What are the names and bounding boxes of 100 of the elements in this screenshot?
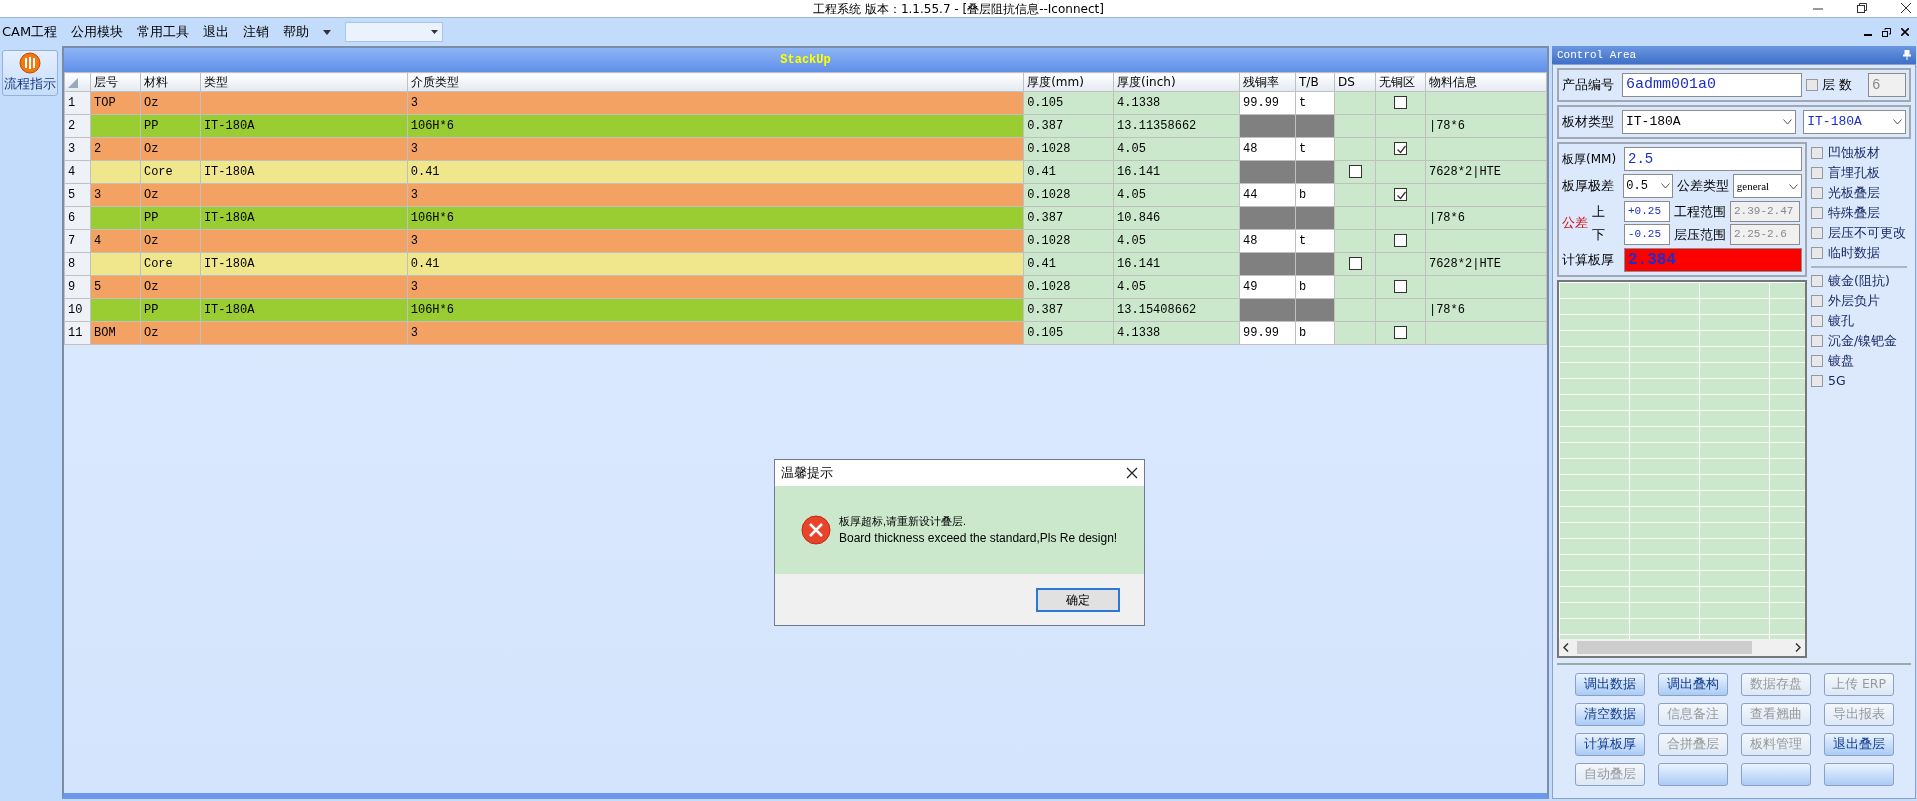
restore-icon[interactable]	[1857, 3, 1867, 13]
close-icon[interactable]	[1126, 467, 1138, 479]
checkbox[interactable]	[1811, 207, 1823, 219]
column-header[interactable]: 物料信息	[1425, 72, 1547, 92]
action-button[interactable]	[1658, 763, 1728, 786]
table-cell: 13.15408662	[1113, 298, 1240, 322]
table-cell: |78*6	[1425, 114, 1547, 138]
scrollbar[interactable]	[1559, 639, 1805, 656]
panel-title: Control Area	[1557, 47, 1637, 63]
chevron-down-icon[interactable]	[1660, 182, 1670, 189]
checkbox[interactable]	[1811, 375, 1823, 387]
checkbox[interactable]	[1811, 247, 1823, 259]
checkbox[interactable]	[1393, 326, 1407, 340]
menu-item[interactable]: 注销	[243, 22, 270, 42]
menu-item[interactable]: 帮助	[283, 22, 310, 42]
checkbox-label[interactable]: 光板叠层	[1828, 183, 1880, 203]
scroll-right-icon[interactable]	[1795, 643, 1801, 652]
checkbox[interactable]	[1811, 167, 1823, 179]
checkbox[interactable]	[1811, 315, 1823, 327]
dropdown[interactable]: IT-180A	[1803, 110, 1906, 134]
checkbox[interactable]	[1393, 234, 1407, 248]
text-field[interactable]: 2.5	[1624, 147, 1802, 171]
column-header[interactable]: 残铜率	[1239, 72, 1296, 92]
column-header[interactable]: 厚度(mm)	[1023, 72, 1114, 92]
checkbox[interactable]	[1393, 142, 1407, 156]
menu-item[interactable]: CAM工程	[2, 22, 58, 42]
row-number: 5	[64, 183, 91, 207]
checkbox-label[interactable]: 沉金/镍钯金	[1828, 331, 1898, 351]
chevron-down-icon[interactable]	[1783, 118, 1793, 125]
scrollbar-thumb[interactable]	[1577, 641, 1752, 654]
checkbox-label[interactable]: 临时数据	[1828, 243, 1880, 263]
column-header[interactable]: 无铜区	[1375, 72, 1426, 92]
checkbox[interactable]	[1348, 165, 1362, 179]
table-cell: 4.05	[1113, 137, 1240, 161]
column-header[interactable]: 类型	[200, 72, 408, 92]
pin-icon[interactable]	[1903, 50, 1911, 60]
action-button[interactable]: 退出叠层	[1824, 733, 1894, 756]
close-icon[interactable]	[1901, 27, 1909, 36]
row-number: 11	[64, 321, 91, 345]
table-cell: 16.141	[1113, 252, 1240, 276]
column-header[interactable]: T/B	[1295, 72, 1335, 92]
column-header[interactable]: 材料	[140, 72, 201, 92]
column-header[interactable]: 厚度(inch)	[1113, 72, 1240, 92]
dropdown[interactable]: IT-180A	[1622, 110, 1797, 134]
field-label: 产品编号	[1562, 76, 1614, 95]
checkbox-label[interactable]: 外层负片	[1828, 291, 1880, 311]
scroll-left-icon[interactable]	[1563, 643, 1569, 652]
table-cell: |78*6	[1425, 298, 1547, 322]
checkbox-label[interactable]: 盲埋孔板	[1828, 163, 1880, 183]
checkbox[interactable]	[1811, 275, 1823, 287]
select-all-icon[interactable]	[68, 77, 78, 88]
flow-guide-button[interactable]: 流程指示	[2, 50, 58, 96]
action-button[interactable]: 调出数据	[1575, 673, 1645, 696]
checkbox[interactable]	[1811, 335, 1823, 347]
checkbox[interactable]	[1348, 257, 1362, 271]
table-cell: 3	[407, 321, 1024, 345]
ok-button[interactable]: 确定	[1036, 587, 1120, 612]
checkbox-label[interactable]: 镀孔	[1828, 311, 1854, 331]
checkbox[interactable]	[1393, 96, 1407, 110]
checkbox[interactable]	[1811, 227, 1823, 239]
chevron-down-icon[interactable]	[1789, 184, 1798, 191]
checkbox[interactable]	[1811, 147, 1823, 159]
dropdown-caret-icon[interactable]	[323, 29, 332, 35]
checkbox-label[interactable]: 镀盘	[1828, 351, 1854, 371]
text-field[interactable]: -0.25	[1624, 224, 1670, 245]
action-button[interactable]: 清空数据	[1575, 703, 1645, 726]
action-button[interactable]	[1824, 763, 1894, 786]
text-field[interactable]: +0.25	[1624, 201, 1670, 222]
flow-icon	[19, 52, 41, 75]
action-button[interactable]	[1741, 763, 1811, 786]
menu-item[interactable]: 退出	[203, 22, 230, 42]
checkbox-label[interactable]: 层压不可更改	[1828, 223, 1906, 243]
checkbox-label[interactable]: 镀金(阻抗)	[1828, 271, 1890, 291]
chevron-down-icon[interactable]	[1893, 118, 1902, 125]
dropdown[interactable]: 0.5	[1623, 174, 1673, 198]
close-icon[interactable]	[1901, 3, 1911, 13]
table-corner[interactable]	[64, 72, 91, 92]
checkbox[interactable]	[1393, 280, 1407, 294]
checkbox-label[interactable]: 5G	[1828, 371, 1846, 391]
checkbox-label[interactable]: 特殊叠层	[1828, 203, 1880, 223]
table-cell: 106H*6	[407, 114, 1024, 138]
column-header[interactable]: DS	[1334, 72, 1376, 92]
checkbox[interactable]	[1811, 295, 1823, 307]
checkbox[interactable]	[1393, 188, 1407, 202]
menu-item[interactable]: 常用工具	[137, 22, 190, 42]
column-header[interactable]: 介质类型	[407, 72, 1024, 92]
menu-item[interactable]: 公用模块	[71, 22, 124, 42]
column-header[interactable]: 层号	[90, 72, 141, 92]
action-button[interactable]: 计算板厚	[1575, 733, 1645, 756]
checkbox[interactable]	[1811, 187, 1823, 199]
restore-icon[interactable]	[1882, 27, 1891, 37]
table-cell: |78*6	[1425, 206, 1547, 230]
checkbox[interactable]	[1806, 79, 1818, 91]
field-label: 层 数	[1822, 76, 1853, 95]
checkbox-label[interactable]: 凹蚀板材	[1828, 143, 1880, 163]
text-field[interactable]: 6admm001a0	[1622, 73, 1802, 97]
checkbox[interactable]	[1811, 355, 1823, 367]
dropdown[interactable]: general	[1732, 174, 1802, 198]
action-button[interactable]: 调出叠构	[1658, 673, 1728, 696]
table-cell: 3	[407, 91, 1024, 115]
